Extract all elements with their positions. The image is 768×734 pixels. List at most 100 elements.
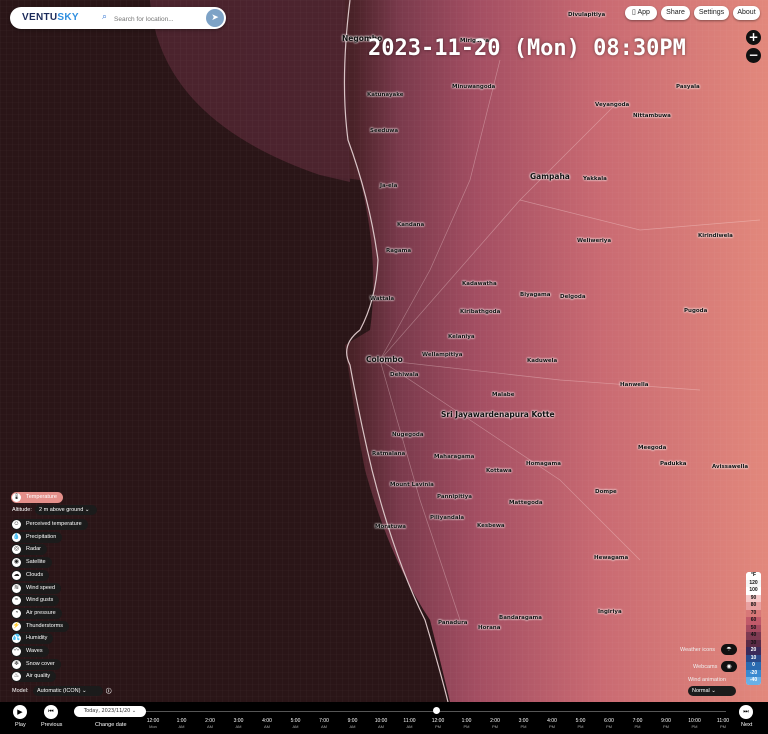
chevron-down-icon: ⌄ — [131, 708, 137, 714]
timeline-tick[interactable]: 7:00 AM — [313, 718, 335, 729]
timeline-tick[interactable]: 3:00 AM — [228, 718, 250, 729]
place-label: Piliyandala — [430, 515, 465, 521]
ventusky-logo[interactable]: VENTUSKY — [22, 12, 79, 23]
legend-value: 10 — [746, 654, 761, 662]
share-button[interactable]: Share — [661, 6, 690, 20]
timeline-slider-handle[interactable] — [433, 707, 440, 714]
tick-period: AM — [235, 724, 242, 729]
timeline-tick[interactable]: 6:00 PM — [598, 718, 620, 729]
place-label: Colombo — [366, 355, 403, 364]
webcams-toggle[interactable]: ◉ — [721, 661, 737, 672]
layer-item[interactable]: 💦 Humidity — [11, 633, 54, 645]
tick-period: Mon — [149, 724, 157, 729]
timeline-tick[interactable]: 11:00 PM — [712, 718, 734, 729]
layer-item[interactable]: ⚡ Thunderstorms — [11, 620, 69, 632]
weather-map[interactable]: Negombo Colombo Gampaha Sri Jayawardenap… — [0, 0, 768, 734]
place-label: Nittambuwa — [633, 113, 671, 119]
tick-period: AM — [406, 724, 413, 729]
fast-forward-icon: ⏭ — [743, 708, 749, 715]
altitude-select[interactable]: 2 m above ground ⌄ — [35, 505, 97, 515]
play-button[interactable]: ▶ — [13, 705, 27, 719]
legend-value: 80 — [746, 602, 761, 610]
geolocation-button[interactable]: ➤ — [206, 9, 224, 27]
layer-item[interactable]: ☁ Clouds — [11, 569, 50, 581]
place-label: Avissawella — [712, 464, 749, 470]
settings-button[interactable]: Settings — [694, 6, 729, 20]
place-label: Pannipitiya — [437, 494, 472, 500]
place-label: Yakkala — [583, 176, 607, 182]
layer-item[interactable]: ◉ Satellite — [11, 557, 52, 569]
timeline-tick[interactable]: 12:00 Mon — [142, 718, 164, 729]
date-select[interactable]: Today, 2023/11/20 ⌄ — [74, 706, 146, 717]
place-label: Maharagama — [434, 454, 475, 460]
layer-item[interactable]: ❄ Snow cover — [11, 658, 61, 670]
layer-temperature[interactable]: 🌡 Temperature — [11, 492, 63, 503]
layer-item[interactable]: ≋ Wind speed — [11, 582, 62, 594]
place-label: Biyagama — [520, 292, 551, 298]
app-button-label: App — [637, 9, 650, 16]
model-value: Automatic (ICON) — [37, 688, 81, 694]
place-label: Malabe — [492, 392, 515, 398]
legend-value: 0 — [746, 662, 761, 670]
place-label: Minuwangoda — [452, 84, 496, 90]
next-button[interactable]: ⏭ — [739, 705, 753, 719]
timeline-tick[interactable]: 4:00 AM — [256, 718, 278, 729]
layer-item[interactable]: ◔ Air pressure — [11, 607, 62, 619]
snowflake-icon: ❄ — [12, 659, 21, 669]
wind-animation-select[interactable]: Normal ⌄ — [688, 686, 736, 696]
app-button[interactable]: ▯ App — [625, 6, 657, 20]
tick-period: PM — [634, 724, 641, 729]
about-button[interactable]: About — [733, 6, 760, 20]
timeline-tick[interactable]: 5:00 PM — [570, 718, 592, 729]
model-info-icon[interactable]: ⓘ — [106, 687, 112, 695]
layer-label: Air quality — [26, 673, 51, 680]
camera-icon: ◉ — [726, 663, 732, 670]
layer-item[interactable]: ◎ Radar — [11, 544, 47, 556]
timeline-tick[interactable]: 10:00 PM — [684, 718, 706, 729]
layer-item[interactable]: ≈ Wind gusts — [11, 595, 60, 607]
person-icon: ☺ — [12, 520, 21, 529]
legend-value: 30 — [746, 639, 761, 647]
model-select[interactable]: Automatic (ICON) ⌄ — [33, 686, 103, 696]
place-label: Weliweriya — [577, 238, 612, 244]
legend-value: 70 — [746, 609, 761, 617]
change-date-label: Change date — [95, 722, 127, 728]
weather-icons-toggle[interactable]: ☂ — [721, 644, 737, 655]
weather-icons-label: Weather icons — [680, 647, 716, 653]
legend-value: 50 — [746, 624, 761, 632]
timeline-tick[interactable]: 3:00 PM — [513, 718, 535, 729]
timeline-tick[interactable]: 9:00 PM — [655, 718, 677, 729]
place-label: Kadawatha — [462, 281, 497, 287]
previous-button[interactable]: ⏮ — [44, 705, 58, 719]
layer-item[interactable]: ♨ Air quality — [11, 671, 57, 683]
timeline-tick[interactable]: 10:00 AM — [370, 718, 392, 729]
layer-label: Precipitation — [26, 533, 57, 540]
zoom-out-button[interactable]: − — [746, 48, 761, 63]
timeline-tick[interactable]: 1:00 AM — [171, 718, 193, 729]
tick-period: AM — [321, 724, 327, 729]
temperature-legend: °F 120 100 90 80 70 60 50 40 30 20 10 0 -20 -40 — [746, 572, 761, 685]
search-input[interactable] — [112, 11, 206, 27]
layer-label: Radar — [26, 546, 41, 553]
timeline-tick[interactable]: 9:00 AM — [342, 718, 364, 729]
timeline-tick[interactable]: 5:00 AM — [285, 718, 307, 729]
layer-item[interactable]: 〰 Waves — [11, 646, 49, 657]
radar-icon: ◎ — [12, 545, 21, 555]
zoom-in-button[interactable]: + — [746, 30, 761, 45]
forecast-timestamp: 2023-11-20 (Mon) 08:30PM — [368, 36, 686, 61]
timeline-tick[interactable]: 7:00 PM — [627, 718, 649, 729]
timeline-tick[interactable]: 2:00 PM — [484, 718, 506, 729]
timeline-tick[interactable]: 11:00 AM — [399, 718, 421, 729]
timeline-tick[interactable]: 4:00 PM — [541, 718, 563, 729]
tick-period: PM — [520, 724, 527, 729]
layer-item[interactable]: 💧 Precipitation — [11, 531, 63, 543]
place-label: Delgoda — [560, 294, 586, 300]
timeline-tick[interactable]: 2:00 AM — [199, 718, 221, 729]
layer-item[interactable]: ☺ Perceived temperature — [11, 519, 88, 530]
legend-unit[interactable]: °F — [746, 572, 761, 580]
timeline-tick[interactable]: 1:00 PM — [456, 718, 478, 729]
timeline-tick[interactable]: 12:00 PM — [427, 718, 449, 729]
place-label: Dehiwala — [390, 372, 419, 378]
wind-animation-label: Wind animation — [688, 677, 726, 683]
place-label: Ingiriya — [598, 609, 622, 615]
